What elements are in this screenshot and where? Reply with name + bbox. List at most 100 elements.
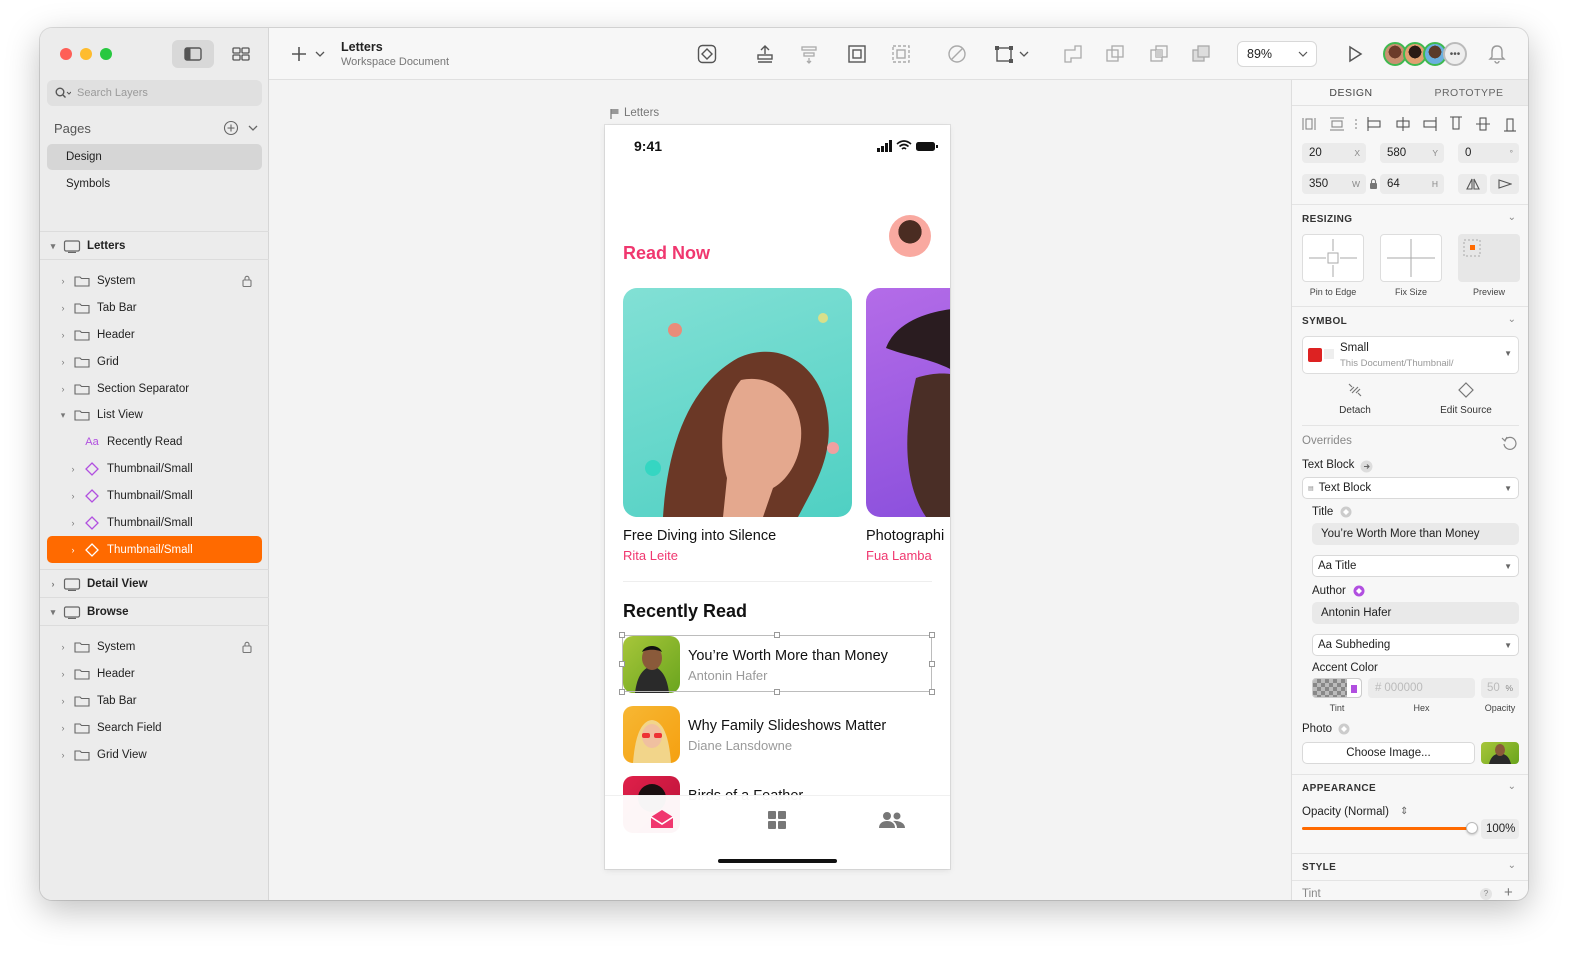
chevron-right-icon[interactable]: › — [57, 642, 69, 652]
page-symbols[interactable]: Symbols — [47, 171, 262, 197]
ungroup-frame-button[interactable] — [891, 44, 911, 64]
y-input[interactable]: 580 Y — [1380, 143, 1444, 163]
reset-icon[interactable] — [1501, 435, 1517, 451]
profile-avatar[interactable] — [889, 215, 931, 257]
opacity-percent-input[interactable]: 100% — [1481, 819, 1519, 839]
more-icon[interactable]: ••• — [1443, 42, 1467, 66]
layer-symbol-thumbnail-small[interactable]: › Thumbnail/Small — [47, 457, 262, 481]
layer-group-system[interactable]: › System — [47, 635, 262, 659]
chevron-down-icon[interactable]: ⌄ — [1508, 212, 1516, 223]
layer-symbol-thumbnail-small[interactable]: › Thumbnail/Small — [47, 511, 262, 535]
title-override-input[interactable]: You’re Worth More than Money — [1312, 523, 1519, 545]
artboard-label[interactable]: Letters — [610, 107, 659, 119]
layer-artboard-letters[interactable]: ▾ Letters — [47, 234, 262, 258]
layer-group-header[interactable]: › Header — [47, 662, 262, 686]
difference-button[interactable] — [1191, 44, 1211, 64]
add-tint-icon[interactable]: + — [1504, 884, 1513, 900]
title-style-select[interactable]: Aa Title ▼ — [1312, 555, 1519, 577]
layer-group-tab-bar[interactable]: › Tab Bar — [47, 296, 262, 320]
chevron-right-icon[interactable]: › — [57, 669, 69, 679]
minimize-window-button[interactable] — [80, 48, 92, 60]
intersect-button[interactable] — [1149, 44, 1169, 64]
featured-card-image[interactable] — [623, 288, 852, 517]
stamp-button[interactable] — [755, 44, 775, 64]
edit-source-button[interactable]: Edit Source — [1438, 382, 1494, 416]
zoom-window-button[interactable] — [100, 48, 112, 60]
flip-vertical-button[interactable] — [1490, 174, 1519, 194]
layer-group-tab-bar[interactable]: › Tab Bar — [47, 689, 262, 713]
chevron-down-icon[interactable]: ▾ — [47, 607, 59, 618]
layer-group-list-view[interactable]: ▾ List View — [47, 403, 262, 427]
chevron-right-icon[interactable]: › — [67, 518, 79, 528]
tab-letters[interactable] — [650, 808, 674, 835]
chevron-down-icon[interactable]: ▾ — [57, 410, 69, 421]
chevron-right-icon[interactable]: › — [57, 357, 69, 367]
chevron-right-icon[interactable]: › — [57, 696, 69, 706]
canvas[interactable]: Letters 9:41 Read Now Free Diving into S… — [269, 80, 1291, 900]
transform-dropdown[interactable] — [995, 44, 1031, 64]
layer-symbol-thumbnail-small[interactable]: › Thumbnail/Small — [47, 484, 262, 508]
chevron-down-icon[interactable]: ⌄ — [1508, 314, 1516, 325]
layer-artboard-detail-view[interactable]: › Detail View — [47, 572, 262, 596]
close-window-button[interactable] — [60, 48, 72, 60]
tint-swatch[interactable] — [1312, 678, 1362, 698]
choose-image-button[interactable]: Choose Image... — [1302, 742, 1475, 764]
tab-prototype[interactable]: PROTOTYPE — [1410, 80, 1528, 105]
scale-button[interactable] — [799, 44, 819, 64]
layer-group-header[interactable]: › Header — [47, 323, 262, 347]
tab-people[interactable] — [878, 811, 906, 834]
layer-text-recently-read[interactable]: Aa Recently Read — [47, 430, 262, 454]
chevron-down-icon[interactable]: ⌄ — [1508, 781, 1516, 792]
frame-button[interactable] — [847, 44, 867, 64]
author-override-input[interactable]: Antonin Hafer — [1312, 602, 1519, 624]
lock-icon[interactable] — [1369, 178, 1378, 190]
chevron-right-icon[interactable]: › — [57, 276, 69, 286]
opacity-slider-knob[interactable] — [1466, 822, 1478, 834]
selection-bounds[interactable] — [619, 632, 935, 695]
opacity-slider[interactable] — [1302, 822, 1478, 834]
updown-icon[interactable]: ⇕ — [1400, 806, 1408, 817]
lock-icon[interactable] — [242, 641, 252, 656]
layer-group-search-field[interactable]: › Search Field — [47, 716, 262, 740]
layer-symbol-thumbnail-small-selected[interactable]: › Thumbnail/Small — [47, 536, 262, 563]
preview-play-button[interactable] — [1345, 44, 1365, 64]
chevron-right-icon[interactable]: › — [67, 464, 79, 474]
fix-size-control[interactable] — [1380, 234, 1442, 282]
collaborators[interactable]: ••• — [1383, 42, 1467, 66]
chevron-right-icon[interactable]: › — [57, 303, 69, 313]
mask-button[interactable] — [947, 44, 967, 64]
layer-group-grid[interactable]: › Grid — [47, 350, 262, 374]
chevron-right-icon[interactable]: › — [67, 491, 79, 501]
zoom-select[interactable]: 89% — [1237, 41, 1317, 67]
tab-design[interactable]: DESIGN — [1292, 80, 1410, 105]
photo-thumbnail[interactable] — [1481, 742, 1519, 764]
x-input[interactable]: 20 X — [1302, 143, 1366, 163]
sidebar-view-button[interactable] — [172, 40, 214, 68]
chevron-down-icon[interactable]: ▾ — [47, 241, 59, 252]
height-input[interactable]: 64 H — [1380, 174, 1444, 194]
rotation-input[interactable]: 0 ° — [1458, 143, 1519, 163]
add-page-icon[interactable] — [223, 120, 239, 136]
chevron-right-icon[interactable]: › — [67, 545, 79, 555]
subtract-button[interactable] — [1105, 44, 1125, 64]
pin-to-edge-control[interactable] — [1302, 234, 1364, 282]
search-layers-input[interactable]: Search Layers — [47, 80, 262, 106]
layer-group-grid-view[interactable]: › Grid View — [47, 743, 262, 767]
chevron-right-icon[interactable]: › — [57, 330, 69, 340]
layer-artboard-browse[interactable]: ▾ Browse — [47, 600, 262, 624]
components-view-button[interactable] — [220, 40, 262, 68]
symbol-select[interactable]: Small This Document/Thumbnail/ ▼ — [1302, 336, 1519, 374]
layer-group-section-separator[interactable]: › Section Separator — [47, 377, 262, 401]
notifications-button[interactable] — [1487, 44, 1507, 64]
chevron-right-icon[interactable]: › — [47, 579, 59, 589]
flip-horizontal-button[interactable] — [1458, 174, 1487, 194]
union-button[interactable] — [1063, 44, 1083, 64]
help-icon[interactable]: ? — [1480, 888, 1492, 900]
chevron-down-icon[interactable]: ⌄ — [1508, 860, 1516, 871]
chevron-right-icon[interactable]: › — [57, 723, 69, 733]
alignment-toolbar[interactable] — [1302, 116, 1522, 132]
tab-browse[interactable] — [767, 810, 787, 835]
lock-icon[interactable] — [242, 275, 252, 290]
opacity-input[interactable]: 50% — [1481, 678, 1519, 698]
text-block-select[interactable]: ▤ Text Block ▼ — [1302, 477, 1519, 499]
